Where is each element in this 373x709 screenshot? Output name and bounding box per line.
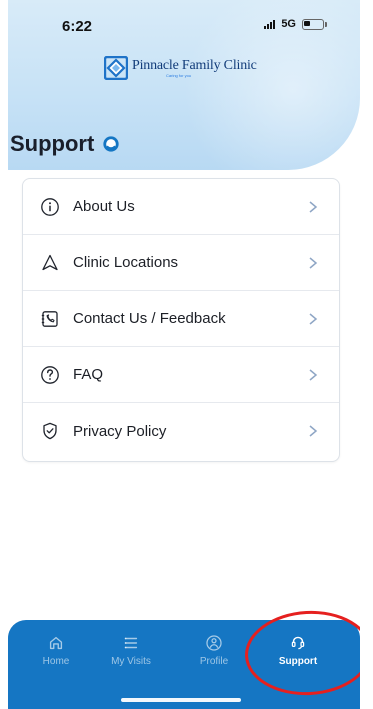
nav-label: My Visits <box>111 656 151 667</box>
support-item-about-us[interactable]: About Us <box>23 179 339 235</box>
status-bar: 6:22 5G <box>8 0 360 50</box>
clinic-logo: Pinnacle Family Clinic Caring for you <box>104 56 257 80</box>
network-label: 5G <box>281 18 296 30</box>
home-indicator <box>121 698 241 702</box>
chevron-right-icon <box>305 367 321 383</box>
support-menu-card: About Us Clinic Locations Contact Us / F… <box>22 178 340 462</box>
support-title-icon <box>103 136 119 152</box>
nav-label: Support <box>278 656 318 667</box>
page-title: Support <box>10 131 120 157</box>
support-screen: 6:22 5G Pinnacle Family Clinic Caring fo… <box>8 0 360 709</box>
clinic-logo-text: Pinnacle Family Clinic Caring for you <box>132 57 257 78</box>
nav-label: Profile <box>199 656 229 667</box>
support-item-label: FAQ <box>73 366 104 383</box>
headset-icon <box>291 636 305 650</box>
question-circle-icon <box>39 364 61 386</box>
support-item-label: About Us <box>73 198 135 215</box>
support-item-label: Contact Us / Feedback <box>73 310 226 327</box>
support-item-privacy-policy[interactable]: Privacy Policy <box>23 403 339 459</box>
list-icon <box>124 637 138 649</box>
status-indicators: 5G <box>264 18 327 30</box>
support-item-clinic-locations[interactable]: Clinic Locations <box>23 235 339 291</box>
profile-icon <box>206 635 222 651</box>
nav-support[interactable]: Support <box>263 634 333 667</box>
support-item-faq[interactable]: FAQ <box>23 347 339 403</box>
clinic-name: Pinnacle Family Clinic <box>132 57 257 73</box>
page-title-text: Support <box>10 131 95 156</box>
bottom-navigation: Home My Visits Profile Support <box>8 620 360 709</box>
chevron-right-icon <box>305 255 321 271</box>
nav-home[interactable]: Home <box>21 634 91 667</box>
support-item-contact-feedback[interactable]: Contact Us / Feedback <box>23 291 339 347</box>
shield-check-icon <box>39 420 61 442</box>
home-icon <box>49 636 63 650</box>
nav-my-visits[interactable]: My Visits <box>96 634 166 667</box>
chevron-right-icon <box>305 199 321 215</box>
contact-phone-icon <box>39 308 61 330</box>
navigation-arrow-icon <box>39 252 61 274</box>
clinic-logo-icon <box>104 56 128 80</box>
support-item-label: Clinic Locations <box>73 254 179 271</box>
nav-profile[interactable]: Profile <box>179 634 249 667</box>
status-time: 6:22 <box>62 18 93 35</box>
clinic-tagline: Caring for you <box>166 72 192 78</box>
nav-label: Home <box>42 656 70 667</box>
chevron-right-icon <box>305 423 321 439</box>
battery-icon <box>302 18 327 30</box>
chevron-right-icon <box>305 311 321 327</box>
info-circle-icon <box>39 196 61 218</box>
signal-icon <box>264 19 276 29</box>
support-item-label: Privacy Policy <box>73 422 167 440</box>
